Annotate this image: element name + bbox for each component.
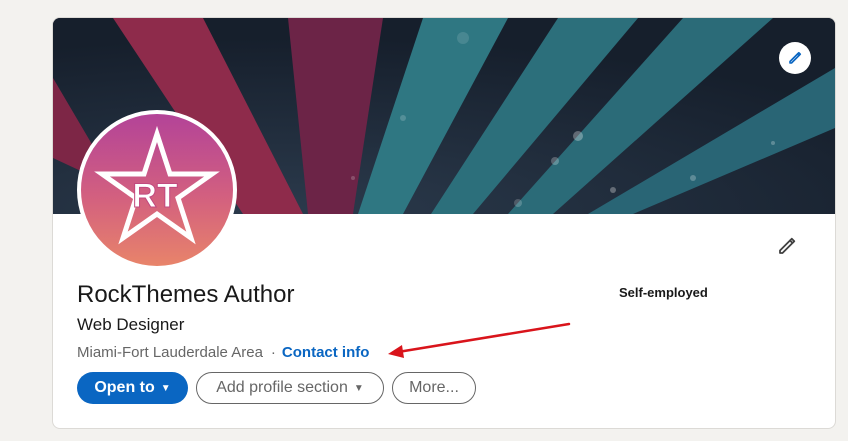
add-section-label: Add profile section	[216, 379, 348, 396]
edit-banner-button[interactable]	[779, 42, 811, 74]
profile-actions: Open to ▼ Add profile section ▼ More...	[77, 372, 476, 404]
pencil-icon	[779, 237, 796, 254]
edit-intro-button[interactable]	[773, 232, 801, 260]
open-to-label: Open to	[94, 379, 155, 396]
rt-logo: RT	[94, 125, 220, 245]
caret-down-icon: ▼	[160, 382, 171, 394]
caret-down-icon: ▼	[353, 382, 364, 394]
open-to-button[interactable]: Open to ▼	[77, 372, 188, 404]
location-line: Miami-Fort Lauderdale Area · Contact info	[77, 343, 369, 363]
contact-info-link[interactable]: Contact info	[282, 344, 370, 361]
more-button[interactable]: More...	[392, 372, 476, 404]
add-profile-section-button[interactable]: Add profile section ▼	[196, 372, 384, 404]
separator-dot: ·	[270, 344, 276, 361]
profile-location: Miami-Fort Lauderdale Area	[77, 344, 263, 361]
profile-name: RockThemes Author	[77, 281, 295, 308]
svg-text:RT: RT	[132, 177, 178, 215]
more-label: More...	[409, 379, 459, 396]
pencil-icon	[789, 51, 802, 64]
current-position[interactable]: Self-employed	[619, 285, 708, 300]
profile-headline: Web Designer	[77, 315, 185, 334]
avatar[interactable]: RT	[77, 110, 237, 270]
profile-card: RT RockThemes Author Web Designer Miami-…	[52, 17, 836, 429]
